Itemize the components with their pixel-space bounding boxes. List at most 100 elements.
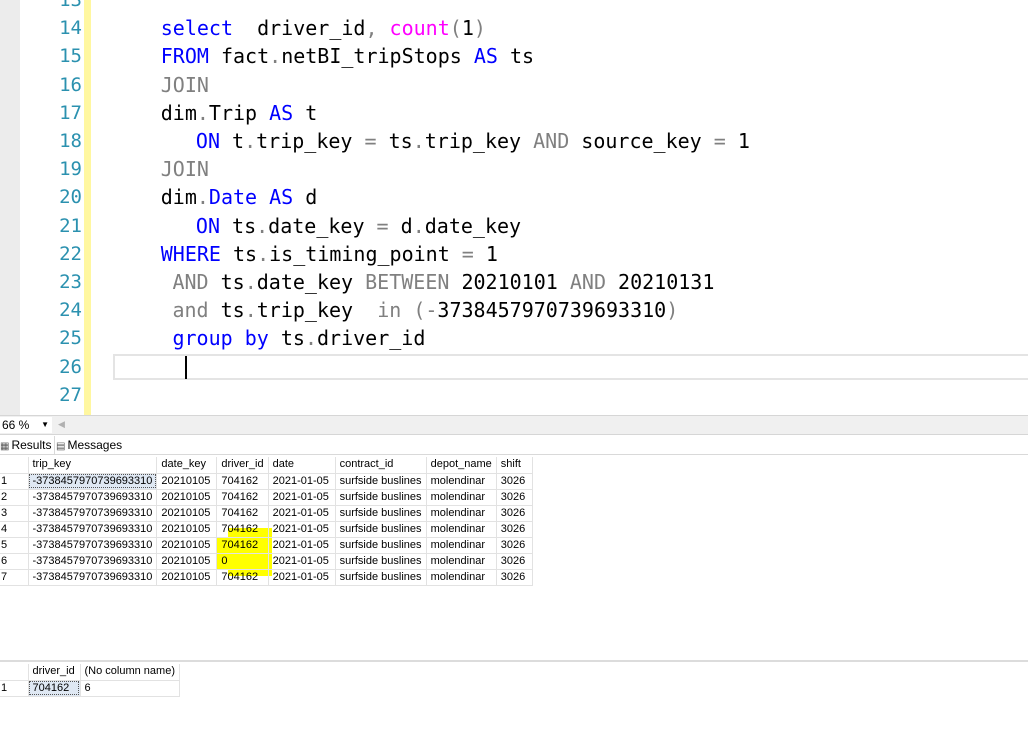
table-cell[interactable]: 2021-01-05 (268, 473, 336, 490)
table-cell[interactable]: 20210105 (156, 473, 218, 490)
table-cell[interactable]: 3026 (496, 569, 533, 586)
table-cell[interactable]: 704162 (216, 537, 269, 554)
table-cell[interactable]: 3026 (496, 521, 533, 538)
results-grid-1[interactable]: trip_key date_key driver_id date contract_id… (0, 457, 533, 586)
table-cell[interactable]: 704162 (216, 473, 269, 490)
row-number[interactable]: 7 (0, 569, 29, 586)
table-cell[interactable]: 704162 (216, 489, 269, 506)
column-header[interactable]: (No column name) (80, 664, 180, 681)
column-header[interactable]: date (268, 457, 336, 474)
code-line[interactable]: and ts.trip_key in (-3738457970739693310… (172, 296, 678, 324)
column-header[interactable]: shift (496, 457, 533, 474)
table-cell[interactable]: 2021-01-05 (268, 489, 336, 506)
table-cell[interactable]: surfside buslines (335, 505, 427, 522)
table-row[interactable]: 1 704162 6 (0, 680, 180, 697)
table-cell[interactable]: 2021-01-05 (268, 521, 336, 538)
table-cell[interactable]: molendinar (426, 537, 497, 554)
table-cell[interactable]: 704162 (28, 680, 81, 697)
results-grid-2[interactable]: driver_id (No column name) 1 704162 6 (0, 664, 180, 697)
table-row[interactable]: 4 -3738457970739693310 20210105 704162 2021-… (0, 521, 533, 538)
table-cell[interactable]: 704162 (216, 569, 269, 586)
table-cell[interactable]: 3026 (496, 489, 533, 506)
code-line[interactable]: dim.Trip AS t (161, 99, 318, 127)
code-line[interactable]: group by ts.driver_id (172, 324, 425, 352)
table-cell[interactable]: molendinar (426, 521, 497, 538)
table-cell[interactable]: 3026 (496, 537, 533, 554)
table-cell[interactable]: molendinar (426, 569, 497, 586)
table-cell[interactable]: 20210105 (156, 489, 218, 506)
table-row[interactable]: 3 -3738457970739693310 20210105 704162 2021-… (0, 505, 533, 522)
column-header[interactable]: driver_id (216, 457, 269, 474)
table-cell[interactable]: 704162 (216, 505, 269, 522)
table-cell[interactable]: 20210105 (156, 505, 218, 522)
table-cell[interactable]: 2021-01-05 (268, 505, 336, 522)
row-number[interactable]: 4 (0, 521, 29, 538)
code-line[interactable]: select driver_id, count(1) (161, 14, 486, 42)
table-cell[interactable]: surfside buslines (335, 553, 427, 570)
row-number[interactable]: 1 (0, 473, 29, 490)
table-cell[interactable]: molendinar (426, 489, 497, 506)
table-cell[interactable]: 0 (216, 553, 269, 570)
row-number[interactable]: 2 (0, 489, 29, 506)
table-cell[interactable]: 6 (80, 680, 180, 697)
code-line[interactable]: JOIN (161, 71, 209, 99)
scroll-left-icon[interactable]: ◀ (58, 417, 65, 433)
table-cell[interactable]: 2021-01-05 (268, 537, 336, 554)
table-cell[interactable]: 20210105 (156, 553, 218, 570)
table-cell[interactable]: 704162 (216, 521, 269, 538)
column-header[interactable]: depot_name (426, 457, 497, 474)
table-cell[interactable]: surfside buslines (335, 521, 427, 538)
table-cell[interactable]: 3026 (496, 473, 533, 490)
code-line[interactable]: ON ts.date_key = d.date_key (196, 212, 521, 240)
code-line[interactable]: JOIN (161, 155, 209, 183)
table-cell[interactable]: -3738457970739693310 (28, 569, 158, 586)
table-cell[interactable]: -3738457970739693310 (28, 553, 158, 570)
table-cell[interactable]: 2021-01-05 (268, 553, 336, 570)
table-row[interactable]: 6 -3738457970739693310 20210105 0 2021-01-05… (0, 553, 533, 570)
code-line[interactable]: WHERE ts.is_timing_point = 1 (161, 240, 498, 268)
row-number[interactable]: 6 (0, 553, 29, 570)
table-cell[interactable]: 3026 (496, 553, 533, 570)
table-cell[interactable]: surfside buslines (335, 489, 427, 506)
row-number[interactable]: 5 (0, 537, 29, 554)
table-row[interactable]: 5 -3738457970739693310 20210105 704162 2021-… (0, 537, 533, 554)
table-row[interactable]: 2 -3738457970739693310 20210105 704162 2021-… (0, 489, 533, 506)
table-cell[interactable]: 20210105 (156, 521, 218, 538)
tab-messages[interactable]: ▤ Messages (56, 436, 122, 454)
tab-results[interactable]: ▦ Results (0, 436, 56, 454)
grid-corner[interactable] (0, 664, 29, 681)
table-cell[interactable]: -3738457970739693310 (28, 473, 158, 490)
table-cell[interactable]: molendinar (426, 553, 497, 570)
grid-splitter[interactable] (0, 660, 1028, 662)
table-cell[interactable]: surfside buslines (335, 537, 427, 554)
table-cell[interactable]: molendinar (426, 505, 497, 522)
table-cell[interactable]: -3738457970739693310 (28, 537, 158, 554)
column-header[interactable]: driver_id (28, 664, 81, 681)
table-row[interactable]: 7 -3738457970739693310 20210105 704162 2021-… (0, 569, 533, 586)
code-line[interactable]: FROM fact.netBI_tripStops AS ts (161, 42, 534, 70)
table-cell[interactable]: 20210105 (156, 569, 218, 586)
code-line[interactable]: dim.Date AS d (161, 183, 318, 211)
table-cell[interactable]: 2021-01-05 (268, 569, 336, 586)
table-cell[interactable]: -3738457970739693310 (28, 489, 158, 506)
column-header[interactable]: contract_id (335, 457, 427, 474)
table-row[interactable]: 1 -3738457970739693310 20210105 704162 2021-… (0, 473, 533, 490)
table-cell[interactable]: -3738457970739693310 (28, 521, 158, 538)
column-header[interactable]: trip_key (28, 457, 158, 474)
table-cell[interactable]: surfside buslines (335, 473, 427, 490)
code-line[interactable]: ON t.trip_key = ts.trip_key AND source_k… (196, 127, 750, 155)
table-cell[interactable]: surfside buslines (335, 569, 427, 586)
code-line[interactable]: AND ts.date_key BETWEEN 20210101 AND 202… (172, 268, 714, 296)
table-cell[interactable]: -3738457970739693310 (28, 505, 158, 522)
query-editor[interactable]: 13 14 15 16 17 18 19 20 21 22 23 24 25 26 27 select dr… (0, 0, 1028, 415)
zoom-dropdown[interactable]: 66 % ▼ (0, 417, 52, 433)
row-number[interactable]: 3 (0, 505, 29, 522)
code-area[interactable]: select driver_id, count(1) FROM fact.netB… (0, 0, 1028, 415)
chevron-down-icon[interactable]: ▼ (41, 417, 49, 433)
grid-corner[interactable] (0, 457, 29, 474)
row-number[interactable]: 1 (0, 680, 29, 697)
table-cell[interactable]: 3026 (496, 505, 533, 522)
table-cell[interactable]: 20210105 (156, 537, 218, 554)
column-header[interactable]: date_key (156, 457, 218, 474)
table-cell[interactable]: molendinar (426, 473, 497, 490)
